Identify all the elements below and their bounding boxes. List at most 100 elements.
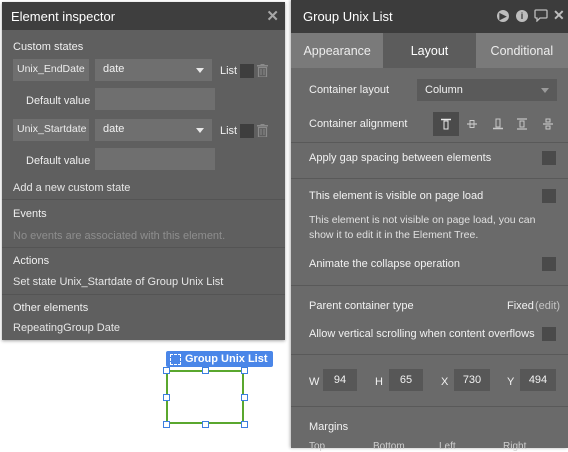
other-elements-heading: Other elements: [13, 302, 89, 314]
divider: [2, 247, 285, 248]
margin-left-label: Left: [439, 441, 456, 452]
visible-on-load-label: This element is visible on page load: [309, 190, 484, 202]
chevron-down-icon: [196, 128, 204, 133]
y-input[interactable]: 494: [520, 369, 556, 391]
align-stretch-icon[interactable]: [509, 112, 535, 136]
resize-handle[interactable]: [163, 421, 170, 428]
vertical-scrolling-label: Allow vertical scrolling when content ov…: [309, 328, 535, 340]
width-label: W: [309, 376, 320, 388]
add-custom-state-link[interactable]: Add a new custom state: [13, 182, 130, 194]
animate-collapse-label: Animate the collapse operation: [309, 258, 461, 270]
state-type-dropdown[interactable]: date: [95, 59, 212, 81]
height-input[interactable]: 65: [389, 369, 423, 391]
gap-spacing-label: Apply gap spacing between elements: [309, 152, 492, 164]
default-value-input[interactable]: [95, 88, 215, 110]
resize-handle[interactable]: [202, 421, 209, 428]
group-icon: [170, 353, 181, 365]
height-label: H: [375, 376, 383, 388]
state-name-input[interactable]: Unix_Startdate: [13, 119, 89, 141]
selected-element-label[interactable]: Group Unix List: [166, 351, 273, 367]
x-value: 730: [462, 374, 482, 386]
tab-layout[interactable]: Layout: [383, 33, 476, 68]
divider: [291, 406, 568, 407]
visible-on-load-checkbox[interactable]: [542, 189, 556, 203]
parent-container-type-label: Parent container type: [309, 300, 414, 312]
custom-states-heading: Custom states: [13, 41, 84, 53]
margins-label: Margins: [309, 421, 349, 433]
visible-note-line-1: This element is not visible on page load…: [309, 214, 536, 226]
default-value-input[interactable]: [95, 148, 215, 170]
visible-note-line-2: show it to edit it in the Element Tree.: [309, 229, 479, 241]
y-value: 494: [528, 374, 548, 386]
play-icon[interactable]: ▶: [497, 10, 509, 22]
close-icon[interactable]: ✕: [553, 7, 565, 24]
state-type-value: date: [103, 63, 125, 75]
x-label: X: [441, 376, 449, 388]
resize-handle[interactable]: [202, 367, 209, 374]
default-value-label: Default value: [26, 95, 91, 107]
divider: [291, 285, 568, 286]
divider: [291, 178, 568, 179]
property-editor-title: Group Unix List: [303, 9, 393, 24]
resize-handle[interactable]: [163, 394, 170, 401]
divider: [291, 142, 568, 143]
resize-handle[interactable]: [241, 394, 248, 401]
element-inspector-panel: Element inspector ✕ Custom states Unix_E…: [2, 2, 285, 340]
selected-element-name: Group Unix List: [185, 353, 268, 365]
animate-collapse-checkbox[interactable]: [542, 257, 556, 271]
trash-icon[interactable]: [257, 64, 268, 77]
selected-element-box[interactable]: [166, 370, 244, 424]
trash-icon[interactable]: [257, 124, 268, 137]
y-label: Y: [507, 376, 515, 388]
state-name-text: Unix_EndDate: [17, 63, 85, 75]
resize-handle[interactable]: [241, 421, 248, 428]
container-layout-value: Column: [425, 84, 463, 96]
property-editor-panel: Group Unix List ▶ i ✕ Appearance Layout …: [291, 0, 568, 452]
other-element-link[interactable]: RepeatingGroup Date: [13, 322, 120, 334]
margin-top-label: Top: [309, 441, 326, 452]
align-top-icon[interactable]: [433, 112, 459, 136]
events-empty-text: No events are associated with this eleme…: [13, 230, 226, 242]
inspector-title: Element inspector: [11, 8, 116, 24]
close-icon[interactable]: ✕: [266, 9, 279, 24]
list-label: List: [220, 125, 238, 137]
align-center-vertical-icon[interactable]: [459, 112, 485, 136]
align-bottom-icon[interactable]: [485, 112, 511, 136]
state-type-dropdown[interactable]: date: [95, 119, 212, 141]
align-space-icon[interactable]: [535, 112, 561, 136]
list-checkbox[interactable]: [240, 124, 254, 138]
container-layout-label: Container layout: [309, 84, 390, 96]
state-name-input[interactable]: Unix_EndDate: [13, 59, 89, 81]
width-value: 94: [333, 374, 347, 386]
tab-appearance[interactable]: Appearance: [291, 33, 383, 68]
events-heading: Events: [13, 208, 47, 220]
container-alignment-label: Container alignment: [309, 118, 408, 130]
height-value: 65: [399, 374, 413, 386]
list-checkbox[interactable]: [240, 64, 254, 78]
property-tabs: Appearance Layout Conditional: [291, 33, 568, 68]
gap-spacing-checkbox[interactable]: [542, 151, 556, 165]
info-icon[interactable]: i: [516, 10, 528, 22]
divider: [2, 294, 285, 295]
margin-bottom-label: Bottom: [373, 441, 405, 452]
chevron-down-icon: [196, 68, 204, 73]
vertical-scrolling-checkbox[interactable]: [542, 327, 556, 341]
property-editor-header[interactable]: Group Unix List ▶ i ✕: [291, 0, 568, 33]
divider: [291, 354, 568, 355]
action-item-link[interactable]: Set state Unix_Startdate of Group Unix L…: [13, 276, 223, 288]
inspector-header[interactable]: Element inspector ✕: [2, 2, 285, 30]
width-input[interactable]: 94: [323, 369, 357, 391]
comment-icon[interactable]: [534, 9, 548, 22]
x-input[interactable]: 730: [454, 369, 490, 391]
chevron-down-icon: [541, 88, 549, 93]
list-label: List: [220, 65, 238, 77]
state-type-value: date: [103, 123, 125, 135]
divider: [2, 199, 285, 200]
default-value-label: Default value: [26, 155, 91, 167]
parent-container-type-value: Fixed: [507, 300, 534, 312]
resize-handle[interactable]: [241, 367, 248, 374]
container-layout-dropdown[interactable]: Column: [417, 79, 557, 101]
resize-handle[interactable]: [163, 367, 170, 374]
tab-conditional[interactable]: Conditional: [476, 33, 568, 68]
parent-container-edit-link[interactable]: (edit): [535, 300, 560, 312]
